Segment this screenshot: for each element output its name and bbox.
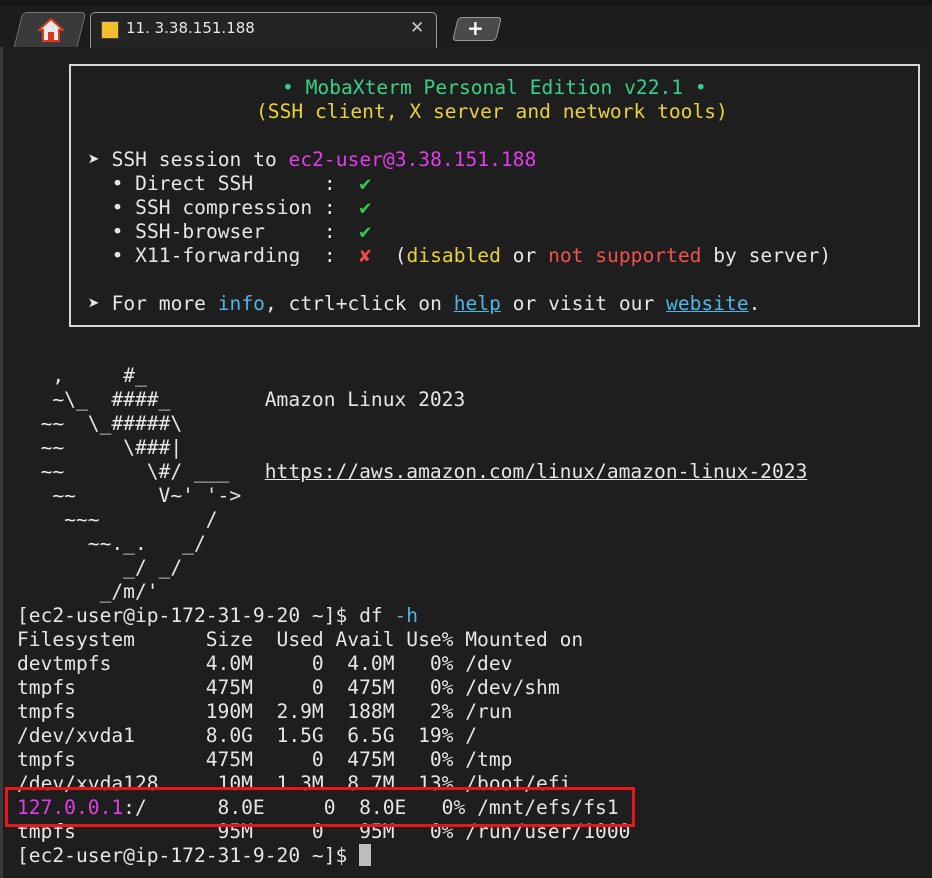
ssh-session-line: ➤ SSH session to ec2-user@3.38.151.188 — [88, 148, 536, 172]
df-header: Filesystem Size Used Avail Use% Mounted … — [17, 628, 584, 651]
check-icon: ✔ — [359, 172, 372, 195]
banner-subtitle: (SSH client, X server and network tools) — [256, 100, 728, 123]
more-info-line: ➤ For more info, ctrl+click on help or v… — [88, 292, 760, 316]
more-info-mid2: or visit our — [500, 292, 667, 315]
feature-ssh-compression: • SSH compression : ✔ — [88, 196, 372, 220]
shell-prompt: [ec2-user@ip-172-31-9-20 ~]$ — [17, 844, 360, 867]
ascii-art-line: ~~ \#/ ___ https://aws.amazon.com/linux/… — [17, 460, 808, 484]
feature-direct-ssh: • Direct SSH : ✔ — [88, 172, 372, 196]
terminal-output[interactable]: • MobaXterm Personal Edition v22.1 • (SS… — [0, 0, 932, 878]
efs-highlight-box — [5, 787, 635, 827]
df-row: tmpfs 475M 0 475M 0% /tmp — [17, 748, 513, 771]
ssh-session-target: ec2-user@3.38.151.188 — [288, 148, 537, 171]
terminal-cursor — [359, 844, 372, 866]
x11-note-disabled: disabled — [406, 244, 501, 267]
x11-note-or: or — [500, 244, 549, 267]
final-prompt-line[interactable]: [ec2-user@ip-172-31-9-20 ~]$ — [17, 844, 372, 868]
more-info-prefix: ➤ For more — [88, 292, 218, 315]
df-row: devtmpfs 4.0M 0 4.0M 0% /dev — [17, 652, 513, 675]
feature-ssh-browser: • SSH-browser : ✔ — [88, 220, 372, 244]
banner-title: • MobaXterm Personal Edition v22.1 • — [282, 76, 707, 99]
feature-label: • Direct SSH : — [88, 172, 360, 195]
website-link[interactable]: website — [666, 292, 749, 315]
feature-label: • X11-forwarding : — [88, 244, 360, 267]
df-row: tmpfs 190M 2.9M 188M 2% /run — [17, 700, 513, 723]
x11-note-not-supported: not supported — [548, 244, 702, 267]
info-link[interactable]: info — [218, 292, 265, 315]
ascii-art-line: _/ _/ — [17, 556, 183, 579]
more-info-mid: , ctrl+click on — [264, 292, 454, 315]
check-icon: ✔ — [359, 196, 372, 219]
feature-label: • SSH compression : — [88, 196, 360, 219]
command-flag: -h — [394, 604, 419, 627]
cross-icon: ✘ — [359, 244, 372, 267]
feature-label: • SSH-browser : — [88, 220, 360, 243]
ascii-art-line: , #_ — [17, 364, 147, 387]
df-row: tmpfs 475M 0 475M 0% /dev/shm — [17, 676, 560, 699]
amazon-linux-url[interactable]: https://aws.amazon.com/linux/amazon-linu… — [265, 460, 808, 483]
help-link[interactable]: help — [454, 292, 501, 315]
ascii-art-line: ~\_ ####_ Amazon Linux 2023 — [17, 388, 466, 411]
shell-prompt: [ec2-user@ip-172-31-9-20 ~]$ — [17, 604, 360, 627]
ascii-art-line: ~~ \###| — [17, 436, 183, 459]
x11-note-tail: by server) — [701, 244, 832, 267]
x11-note-open: ( — [371, 244, 407, 267]
ascii-art-line: ~~ V~' '-> — [17, 484, 242, 507]
feature-x11-forwarding: • X11-forwarding : ✘ (disabled or not su… — [88, 244, 832, 268]
df-row: /dev/xvda1 8.0G 1.5G 6.5G 19% / — [17, 724, 478, 747]
check-icon: ✔ — [359, 220, 372, 243]
command-text: df — [359, 604, 395, 627]
ascii-art-line: ~~ \_#####\ — [17, 412, 183, 435]
command-line: [ec2-user@ip-172-31-9-20 ~]$ df -h — [17, 604, 418, 628]
ascii-art-line: ~~._. _/ — [17, 532, 206, 555]
ascii-art-line: _/m/' — [17, 580, 159, 603]
ssh-session-prefix: ➤ SSH session to — [88, 148, 289, 171]
more-info-end: . — [748, 292, 761, 315]
ascii-art-line: ~~~ / — [17, 508, 218, 531]
ascii-art-segment: ~~ \#/ ___ — [17, 460, 265, 483]
